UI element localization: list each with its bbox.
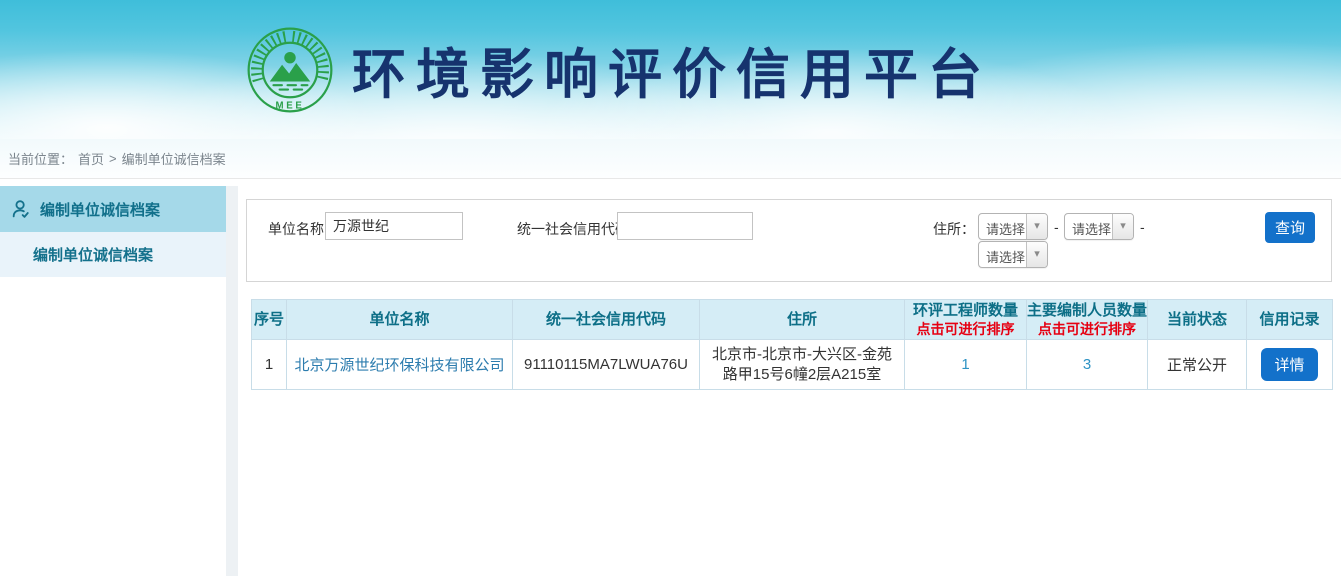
search-panel: 单位名称： 统一社会信用代码： 住所： 请选择 - 请选择 - 请选择 查询 (246, 199, 1332, 282)
query-button[interactable]: 查询 (1265, 212, 1315, 243)
page-title: 环境影响评价信用平台 (352, 30, 992, 109)
unit-name-input[interactable] (325, 212, 463, 240)
unit-name-link[interactable]: 北京万源世纪环保科技有限公司 (294, 357, 504, 374)
col-header-staff-count-sortable[interactable]: 主要编制人员数量 点击可进行排序 (1027, 300, 1148, 340)
col-header-status: 当前状态 (1148, 300, 1247, 340)
col-header-unit-name: 单位名称 (287, 300, 513, 340)
city-select[interactable]: 请选择 (1064, 213, 1134, 240)
sidebar-subitem-label: 编制单位诚信档案 (33, 244, 153, 265)
table-row: 1 北京万源世纪环保科技有限公司 91110115MA7LWUA76U 北京市-… (252, 340, 1333, 390)
address-dash-1: - (1054, 219, 1059, 235)
breadcrumb-prefix: 当前位置： (8, 149, 73, 168)
district-select[interactable]: 请选择 (978, 241, 1048, 268)
address-label: 住所： (933, 219, 975, 239)
mee-logo-icon: MEE (246, 26, 334, 114)
city-select-value: 请选择 (1065, 214, 1112, 239)
sidebar-item-archive-sub[interactable]: 编制单位诚信档案 (0, 232, 226, 277)
breadcrumb-home-link[interactable]: 首页 (78, 149, 104, 168)
breadcrumb: 当前位置： 首页 > 编制单位诚信档案 (0, 139, 1341, 179)
chevron-down-icon[interactable] (1026, 214, 1047, 239)
address-dash-2: - (1140, 219, 1145, 235)
main-content: 单位名称： 统一社会信用代码： 住所： 请选择 - 请选择 - 请选择 查询 (238, 179, 1341, 576)
chevron-down-icon[interactable] (1026, 242, 1047, 267)
credit-code-input[interactable] (617, 212, 753, 240)
cell-status: 正常公开 (1148, 340, 1247, 390)
logo-mee-text: MEE (276, 100, 305, 111)
sidebar-item-label: 编制单位诚信档案 (40, 199, 160, 220)
col-header-credit-code: 统一社会信用代码 (513, 300, 700, 340)
results-table: 序号 单位名称 统一社会信用代码 住所 环评工程师数量 点击可进行排序 主要编制… (251, 299, 1333, 390)
user-check-icon (10, 198, 32, 220)
breadcrumb-separator: > (109, 151, 117, 166)
col-header-engineer-count-sortable[interactable]: 环评工程师数量 点击可进行排序 (905, 300, 1027, 340)
sidebar-divider (226, 186, 238, 576)
engineer-count-link[interactable]: 1 (961, 356, 969, 373)
col-header-engineer-count-label: 环评工程师数量 (913, 302, 1018, 319)
sidebar: 编制单位诚信档案 编制单位诚信档案 (0, 179, 226, 576)
sidebar-item-archive-main[interactable]: 编制单位诚信档案 (0, 186, 226, 232)
district-select-value: 请选择 (979, 242, 1026, 267)
table-header-row: 序号 单位名称 统一社会信用代码 住所 环评工程师数量 点击可进行排序 主要编制… (252, 300, 1333, 340)
sort-hint: 点击可进行排序 (905, 320, 1026, 338)
detail-button[interactable]: 详情 (1261, 348, 1317, 381)
province-select[interactable]: 请选择 (978, 213, 1048, 240)
cell-index: 1 (252, 340, 287, 390)
cell-address: 北京市-北京市-大兴区-金苑路甲15号6幢2层A215室 (700, 340, 905, 390)
col-header-credit-record: 信用记录 (1247, 300, 1333, 340)
breadcrumb-current[interactable]: 编制单位诚信档案 (122, 149, 226, 168)
province-select-value: 请选择 (979, 214, 1026, 239)
col-header-index: 序号 (252, 300, 287, 340)
site-header: MEE 环境影响评价信用平台 (0, 0, 1341, 139)
cell-credit-code: 91110115MA7LWUA76U (513, 340, 700, 390)
chevron-down-icon[interactable] (1112, 214, 1133, 239)
col-header-address: 住所 (700, 300, 905, 340)
content-layout: 编制单位诚信档案 编制单位诚信档案 单位名称： 统一社会信用代码： 住所： 请选… (0, 179, 1341, 576)
sort-hint: 点击可进行排序 (1027, 320, 1147, 338)
col-header-staff-count-label: 主要编制人员数量 (1027, 302, 1147, 319)
staff-count-link[interactable]: 3 (1083, 356, 1091, 373)
